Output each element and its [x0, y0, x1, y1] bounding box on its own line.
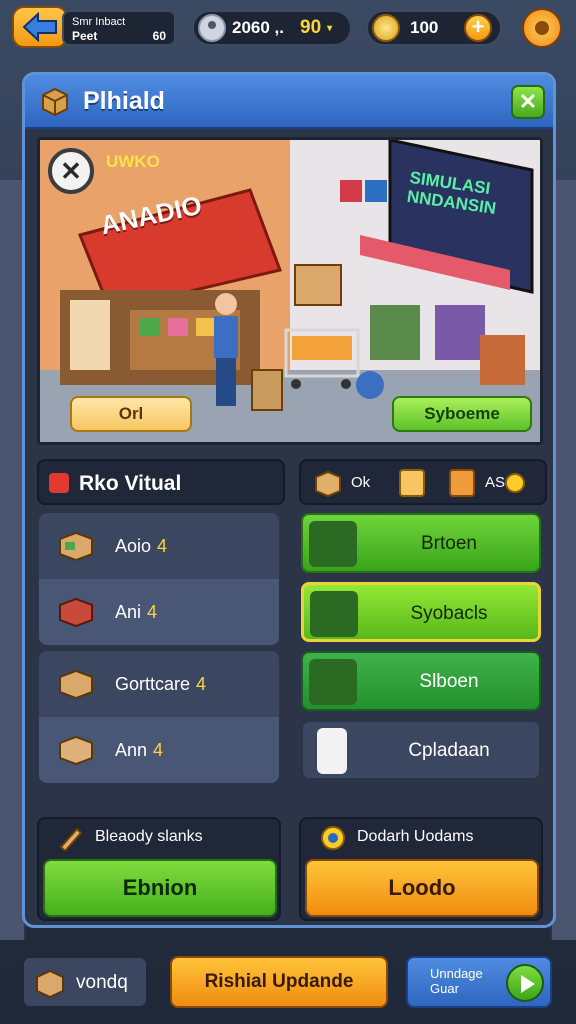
bottom-left-panel: Bleaody slanks Ebnion: [37, 817, 281, 921]
play-icon: [506, 964, 544, 1002]
avatar-icon: [198, 14, 226, 42]
scene-close-icon[interactable]: ✕: [48, 148, 94, 194]
list-item[interactable]: Ann 4: [39, 717, 279, 783]
coin-value: 100: [410, 18, 439, 37]
action-label: Brtoen: [421, 533, 477, 554]
scene-promo-label: UWKO: [106, 152, 160, 171]
panel-close-button[interactable]: ✕: [511, 85, 545, 119]
currency-count: 90: [300, 17, 322, 38]
footer-update-button[interactable]: Rishial Updande: [170, 956, 388, 1008]
item-label: Ann: [115, 739, 148, 760]
item-quantity: 4: [196, 673, 207, 694]
bottle-icon: [317, 728, 347, 774]
tag-icon: [49, 473, 69, 493]
right-section-label-a: Ok: [351, 474, 371, 491]
profile-chip[interactable]: Smr Inbact Peet 60: [62, 10, 176, 46]
left-section-title: Rko Vitual: [79, 472, 182, 495]
list-item[interactable]: Aoio 4: [39, 513, 279, 579]
footer-left-button[interactable]: vondq: [22, 956, 148, 1008]
item-quantity: 4: [157, 535, 168, 556]
coin-icon: [372, 14, 400, 42]
player-currency-chip[interactable]: 2060 ,. 90 ▾: [192, 10, 352, 46]
action-button[interactable]: Syobacls: [301, 582, 541, 642]
item-quantity: 4: [147, 601, 158, 622]
item-label: Aoio: [115, 535, 152, 556]
capsule-icon: [310, 591, 358, 637]
package-icon: [59, 531, 93, 562]
package-icon: [59, 669, 93, 700]
shop-panel: Plhiald ✕ UWKO ANADIO SIMULASI NNDANSIN …: [22, 72, 556, 928]
right-section-header: Ok AS: [299, 459, 547, 505]
item-quantity: 4: [153, 739, 164, 760]
item-label: Gorttcare: [115, 673, 191, 694]
coin-icon: [505, 473, 525, 493]
profile-level: 60: [152, 29, 166, 43]
currency-value: 2060 ,.: [232, 18, 284, 37]
action-button[interactable]: Slboen: [301, 651, 541, 711]
list-item[interactable]: Ani 4: [39, 579, 279, 645]
footer-right-button[interactable]: Unndage Guar: [406, 956, 552, 1008]
action-button[interactable]: Cpladaan: [301, 720, 541, 780]
scene-right-button[interactable]: Syboeme: [392, 396, 532, 432]
action-label: Syobacls: [410, 603, 488, 624]
bottom-right-header: Dodarh Uodams: [357, 828, 474, 845]
panel-title: Plhiald: [83, 87, 165, 115]
action-list: Brtoen Syobacls Slboen Cpladaan: [301, 513, 541, 789]
profile-name: Smr Inbact: [72, 16, 126, 28]
scene-left-button[interactable]: Orl: [70, 396, 192, 432]
item-label: Ani: [115, 601, 142, 622]
package-icon: [59, 597, 93, 628]
footer-left-label: vondq: [76, 972, 128, 993]
panel-header: Plhiald ✕: [25, 75, 553, 129]
action-label: Cpladaan: [408, 740, 490, 761]
left-section-header: Rko Vitual: [37, 459, 285, 505]
box-icon: [42, 87, 68, 117]
back-arrow-icon: [22, 12, 57, 42]
coin-chip[interactable]: 100 +: [366, 10, 502, 46]
list-item[interactable]: Gorttcare 4: [39, 651, 279, 717]
right-section-label-b: AS: [485, 474, 506, 491]
gift-icon[interactable]: [449, 469, 475, 497]
back-button[interactable]: [12, 6, 68, 48]
action-label: Slboen: [419, 671, 479, 692]
inventory-group: Aoio 4 Ani 4: [39, 513, 279, 645]
bottom-left-header: Bleaody slanks: [95, 828, 203, 845]
gift-icon: [309, 521, 357, 567]
inventory-group: Gorttcare 4 Ann 4: [39, 651, 279, 783]
settings-gear-icon[interactable]: [522, 8, 562, 48]
box-icon: [315, 470, 341, 497]
gift-icon: [309, 659, 357, 705]
package-icon: [59, 735, 93, 766]
store-scene-illustration: UWKO ANADIO SIMULASI NNDANSIN ✕ Orl Sybo…: [37, 137, 543, 445]
bottom-right-button[interactable]: Loodo: [305, 859, 539, 917]
jar-icon[interactable]: [399, 469, 425, 497]
inventory-list: Aoio 4 Ani 4 Gorttcare 4 Ann 4: [39, 513, 279, 789]
bottom-right-panel: Dodarh Uodams Loodo: [299, 817, 543, 921]
bottom-left-button[interactable]: Ebnion: [43, 859, 277, 917]
dropdown-icon: ▾: [327, 22, 333, 34]
action-button[interactable]: Brtoen: [301, 513, 541, 573]
add-coins-button[interactable]: +: [464, 14, 492, 42]
profile-sub-label: Peet: [72, 29, 98, 43]
top-bar: Smr Inbact Peet 60 2060 ,. 90 ▾ 100 +: [0, 0, 576, 58]
package-icon: [36, 969, 64, 998]
